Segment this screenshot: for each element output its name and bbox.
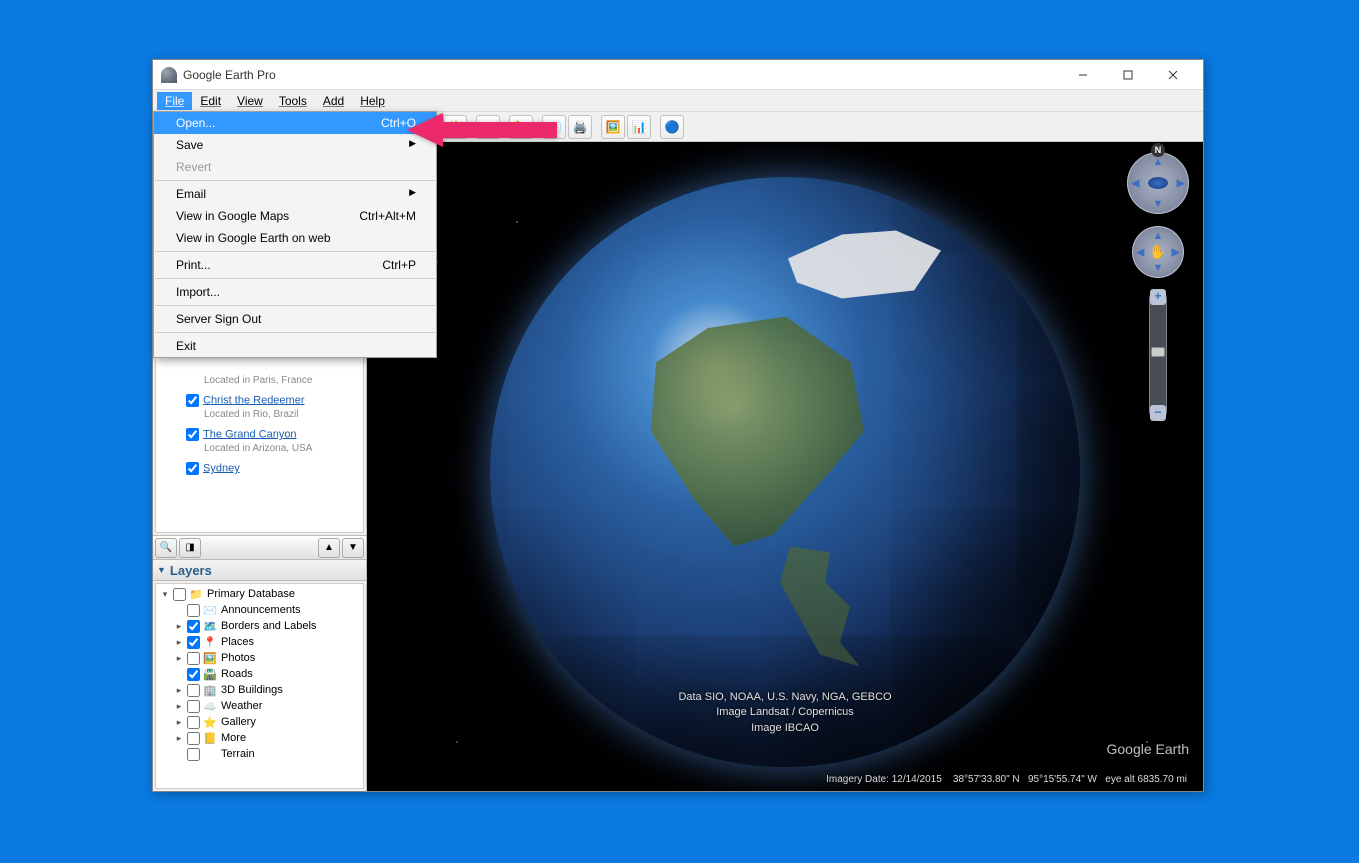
layer-terrain[interactable]: Terrain <box>158 746 361 762</box>
layer-buildings[interactable]: ▸🏢3D Buildings <box>158 682 361 698</box>
nav-controls: N ▲ ▼ ◀ ▶ ▲ ▼ ◀ ▶ ✋ + − <box>1123 152 1193 420</box>
place-link[interactable]: The Grand Canyon <box>203 428 297 440</box>
menu-open[interactable]: Open...Ctrl+O <box>154 112 436 134</box>
place-desc: Located in Rio, Brazil <box>156 409 363 420</box>
annotation-arrow <box>407 113 557 152</box>
menu-signout[interactable]: Server Sign Out <box>154 308 436 330</box>
place-item-canyon[interactable]: The Grand Canyon <box>156 426 363 443</box>
menu-email[interactable]: Email▶ <box>154 183 436 205</box>
look-right-icon[interactable]: ▶ <box>1177 177 1185 190</box>
menu-file[interactable]: File <box>157 92 192 110</box>
pan-down-icon[interactable]: ▼ <box>1153 262 1164 274</box>
layer-primary[interactable]: ▾📁Primary Database <box>158 586 361 602</box>
layers-panel: ▾📁Primary Database ✉️Announcements ▸🗺️Bo… <box>155 583 364 789</box>
north-indicator[interactable]: N <box>1151 143 1165 157</box>
menu-tools[interactable]: Tools <box>271 92 315 110</box>
find-bar: 🔍 ◨ ▲ ▼ <box>153 535 366 559</box>
place-desc: Located in Arizona, USA <box>156 443 363 454</box>
toolbar-globe-icon[interactable]: 🔵 <box>660 115 684 139</box>
menu-view-web[interactable]: View in Google Earth on web <box>154 227 436 249</box>
weather-icon: ☁️ <box>203 699 217 713</box>
menu-add[interactable]: Add <box>315 92 352 110</box>
menu-exit[interactable]: Exit <box>154 335 436 357</box>
layers-header[interactable]: Layers <box>153 559 366 581</box>
mail-icon: ✉️ <box>203 603 217 617</box>
minimize-button[interactable] <box>1060 60 1105 89</box>
place-link[interactable]: Christ the Redeemer <box>203 394 305 406</box>
down-arrow-icon[interactable]: ▼ <box>342 538 364 558</box>
menu-help[interactable]: Help <box>352 92 393 110</box>
zoom-thumb[interactable] <box>1151 347 1165 357</box>
layer-places[interactable]: ▸📍Places <box>158 634 361 650</box>
hand-icon[interactable]: ✋ <box>1149 244 1166 261</box>
place-checkbox[interactable] <box>186 462 199 475</box>
layer-roads[interactable]: 🛣️Roads <box>158 666 361 682</box>
menu-save[interactable]: Save▶ <box>154 134 436 156</box>
menu-print[interactable]: Print...Ctrl+P <box>154 254 436 276</box>
zoom-out-button[interactable]: − <box>1150 405 1166 421</box>
eye-icon[interactable] <box>1148 177 1168 189</box>
zoom-in-button[interactable]: + <box>1150 289 1166 305</box>
photos-icon: 🖼️ <box>203 651 217 665</box>
globe-viewer[interactable]: Data SIO, NOAA, U.S. Navy, NGA, GEBCO Im… <box>367 142 1203 791</box>
zoom-slider[interactable]: + − <box>1149 290 1167 420</box>
up-arrow-icon[interactable]: ▲ <box>318 538 340 558</box>
attribution: Data SIO, NOAA, U.S. Navy, NGA, GEBCO Im… <box>678 690 891 736</box>
places-icon: 📍 <box>203 635 217 649</box>
place-desc: Located in Paris, France <box>156 375 363 386</box>
window-title: Google Earth Pro <box>183 68 1060 82</box>
globe[interactable] <box>490 177 1080 767</box>
titlebar: Google Earth Pro <box>153 60 1203 90</box>
pan-right-icon[interactable]: ▶ <box>1172 246 1180 259</box>
place-item-christ[interactable]: Christ the Redeemer <box>156 392 363 409</box>
place-item-sydney[interactable]: Sydney <box>156 460 363 477</box>
statusbar: Imagery Date: 12/14/2015 38°57'33.80" N … <box>367 774 1203 785</box>
layer-weather[interactable]: ▸☁️Weather <box>158 698 361 714</box>
layer-borders[interactable]: ▸🗺️Borders and Labels <box>158 618 361 634</box>
look-left-icon[interactable]: ◀ <box>1131 177 1139 190</box>
look-up-icon[interactable]: ▲ <box>1153 156 1164 168</box>
toolbar-kml-icon[interactable]: 📊 <box>627 115 651 139</box>
pan-up-icon[interactable]: ▲ <box>1153 230 1164 242</box>
layer-announcements[interactable]: ✉️Announcements <box>158 602 361 618</box>
window-controls <box>1060 60 1195 89</box>
toolbar-save-image-icon[interactable]: 🖼️ <box>601 115 625 139</box>
borders-icon: 🗺️ <box>203 619 217 633</box>
place-checkbox[interactable] <box>186 394 199 407</box>
gallery-icon: ⭐ <box>203 715 217 729</box>
menu-import[interactable]: Import... <box>154 281 436 303</box>
panel-toggle-icon[interactable]: ◨ <box>179 538 201 558</box>
roads-icon: 🛣️ <box>203 667 217 681</box>
layer-more[interactable]: ▸📒More <box>158 730 361 746</box>
file-menu-dropdown: Open...Ctrl+O Save▶ Revert Email▶ View i… <box>153 111 437 358</box>
place-link[interactable]: Sydney <box>203 462 240 474</box>
menu-view-maps[interactable]: View in Google MapsCtrl+Alt+M <box>154 205 436 227</box>
menubar: File Edit View Tools Add Help <box>153 90 1203 112</box>
look-down-icon[interactable]: ▼ <box>1153 198 1164 210</box>
menu-revert: Revert <box>154 156 436 178</box>
nav-compass[interactable]: N ▲ ▼ ◀ ▶ <box>1127 152 1189 214</box>
buildings-icon: 🏢 <box>203 683 217 697</box>
layer-photos[interactable]: ▸🖼️Photos <box>158 650 361 666</box>
app-icon <box>161 67 177 83</box>
search-icon[interactable]: 🔍 <box>155 538 177 558</box>
folder-icon: 📁 <box>189 587 203 601</box>
toolbar-print-icon[interactable]: 🖨️ <box>568 115 592 139</box>
more-icon: 📒 <box>203 731 217 745</box>
menu-view[interactable]: View <box>229 92 271 110</box>
menu-edit[interactable]: Edit <box>192 92 229 110</box>
watermark: Google Earth <box>1107 741 1190 757</box>
place-checkbox[interactable] <box>186 428 199 441</box>
maximize-button[interactable] <box>1105 60 1150 89</box>
close-button[interactable] <box>1150 60 1195 89</box>
pan-left-icon[interactable]: ◀ <box>1136 246 1144 259</box>
nav-pan[interactable]: ▲ ▼ ◀ ▶ ✋ <box>1132 226 1184 278</box>
terrain-icon <box>203 747 217 761</box>
layer-gallery[interactable]: ▸⭐Gallery <box>158 714 361 730</box>
